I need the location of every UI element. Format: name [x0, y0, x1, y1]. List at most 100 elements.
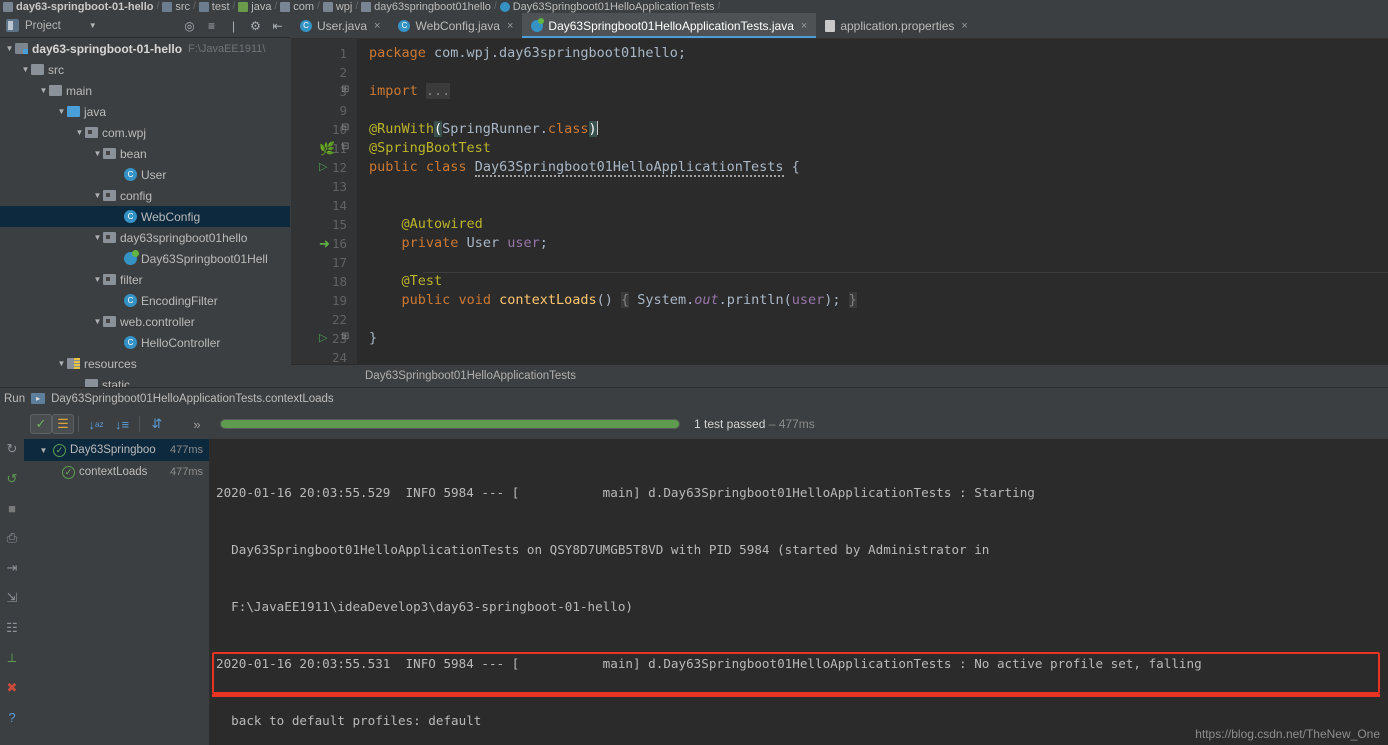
target-icon[interactable]: ◎: [183, 19, 196, 33]
close-icon[interactable]: ×: [801, 20, 807, 32]
run-method-gutter-icon[interactable]: ▷: [319, 331, 333, 345]
print-icon[interactable]: ⎙: [7, 530, 17, 546]
test-results-tree[interactable]: ▼ ✓ Day63Springboo 477ms ✓ contextLoads …: [24, 439, 210, 745]
tab-webconfig-java[interactable]: C WebConfig.java ×: [389, 13, 522, 38]
editor-gutter[interactable]: 1 2 3 9 10 11 12 13 14 15 16 17 18 19 22…: [291, 39, 357, 387]
more-options-button[interactable]: »: [184, 412, 210, 436]
console-line: 2020-01-16 20:03:55.531 INFO 5984 --- [ …: [216, 656, 1202, 671]
tree-row[interactable]: ▼ resources: [0, 353, 290, 374]
tree-row[interactable]: static: [0, 374, 290, 387]
test-tree-row-class[interactable]: ▼ ✓ Day63Springboo 477ms: [24, 439, 209, 461]
tree-row[interactable]: ▼ src: [0, 59, 290, 80]
twisty-icon[interactable]: ▼: [92, 149, 103, 158]
java-folder-icon: [67, 106, 80, 117]
breadcrumb: day63-springboot-01-hello / src / test /…: [0, 0, 1388, 13]
twisty-icon[interactable]: ▼: [56, 107, 67, 116]
tree-row[interactable]: ▼ web.controller: [0, 311, 290, 332]
breadcrumb-item-0[interactable]: day63-springboot-01-hello: [0, 1, 157, 13]
project-tree[interactable]: ▼ day63-springboot-01-hello F:\JavaEE191…: [0, 38, 290, 387]
console-icon[interactable]: ☷: [6, 620, 18, 636]
spring-bean-icon[interactable]: 🌿: [319, 141, 335, 156]
line-number: 22: [331, 312, 347, 327]
tree-row[interactable]: ▼ day63springboot01hello: [0, 227, 290, 248]
tree-row[interactable]: ▼ com.wpj: [0, 122, 290, 143]
breadcrumb-item-6[interactable]: day63springboot01hello: [358, 1, 494, 13]
package-icon: [103, 190, 116, 201]
autowired-bean-icon[interactable]: ➜: [319, 236, 333, 251]
breadcrumb-item-1[interactable]: src: [159, 1, 193, 13]
show-ignored-tests-button[interactable]: ☰: [52, 414, 74, 434]
close-icon[interactable]: ×: [507, 20, 513, 32]
expand-all-button[interactable]: ⇵: [144, 412, 170, 436]
fold-import-icon[interactable]: ⊞: [341, 84, 355, 98]
sort-by-duration-button[interactable]: ↓≡: [109, 412, 135, 436]
test-status-text: 1 test passed – 477ms: [694, 417, 815, 431]
breadcrumb-item-4[interactable]: com: [277, 1, 317, 13]
twisty-icon[interactable]: ▼: [92, 233, 103, 242]
breadcrumb-label: java: [251, 0, 272, 13]
tab-user-java[interactable]: C User.java ×: [291, 13, 389, 38]
help-icon[interactable]: ?: [8, 710, 15, 725]
chevron-down-icon[interactable]: ▼: [89, 21, 97, 30]
tab-application-properties[interactable]: application.properties ×: [816, 13, 977, 38]
tree-row[interactable]: C HelloController: [0, 332, 290, 353]
editor-text-area[interactable]: package com.wpj.day63springboot01hello; …: [357, 39, 1388, 387]
twisty-icon[interactable]: ▼: [38, 86, 49, 95]
stop-icon[interactable]: ■: [8, 501, 16, 516]
rerun-icon[interactable]: ↻: [7, 441, 18, 457]
twisty-icon[interactable]: ▼: [4, 44, 15, 53]
twisty-icon[interactable]: ▼: [38, 446, 49, 455]
close-icon[interactable]: ×: [374, 20, 380, 32]
filter-icon[interactable]: ⟂: [8, 650, 17, 666]
tree-row[interactable]: ▼ bean: [0, 143, 290, 164]
scroll-to-end-icon[interactable]: ⇥: [7, 560, 18, 576]
tree-row[interactable]: C User: [0, 164, 290, 185]
editor-status-breadcrumb[interactable]: Day63Springboot01HelloApplicationTests: [291, 364, 1388, 387]
hide-panel-icon[interactable]: ⇤: [271, 19, 284, 33]
breadcrumb-label: day63springboot01hello: [374, 0, 491, 13]
editor-tab-bar: C User.java × C WebConfig.java × Day63Sp…: [291, 13, 1388, 39]
rerun-failed-icon[interactable]: ↺: [7, 471, 18, 487]
tree-row[interactable]: Day63Springboot01Hell: [0, 248, 290, 269]
breadcrumb-item-3[interactable]: java: [235, 1, 274, 13]
tree-row[interactable]: ▼ config: [0, 185, 290, 206]
collapse-all-icon[interactable]: ≡: [205, 19, 218, 33]
twisty-icon[interactable]: ▼: [92, 275, 103, 284]
tab-day63springboot01helloapplicationtests-java[interactable]: Day63Springboot01HelloApplicationTests.j…: [522, 13, 817, 38]
run-configuration-label[interactable]: Day63Springboot01HelloApplicationTests.c…: [51, 393, 334, 405]
properties-file-icon: [825, 19, 836, 32]
twisty-icon[interactable]: ▼: [56, 359, 67, 368]
sort-alphabetically-button[interactable]: ↓ az: [83, 412, 109, 436]
tree-item-label: day63springboot01hello: [120, 230, 248, 245]
close-icon[interactable]: ✖: [7, 680, 18, 696]
breadcrumb-item-5[interactable]: wpj: [320, 1, 356, 13]
tree-row-webconfig[interactable]: C WebConfig: [0, 206, 290, 227]
breadcrumb-item-7[interactable]: Day63Springboot01HelloApplicationTests: [497, 1, 718, 13]
console-line: 2020-01-16 20:03:55.529 INFO 5984 --- [ …: [216, 485, 1035, 500]
tree-row[interactable]: ▼ filter: [0, 269, 290, 290]
test-tree-row-method[interactable]: ✓ contextLoads 477ms: [24, 461, 209, 483]
run-test-gutter-icon[interactable]: ▷: [319, 160, 333, 174]
twisty-icon[interactable]: ▼: [20, 65, 31, 74]
twisty-icon[interactable]: ▼: [92, 317, 103, 326]
line-number: 18: [331, 274, 347, 289]
fold-expand-icon[interactable]: ⊞: [341, 331, 355, 345]
tree-row[interactable]: ▼ java: [0, 101, 290, 122]
code-editor[interactable]: 1 2 3 9 10 11 12 13 14 15 16 17 18 19 22…: [291, 39, 1388, 387]
breadcrumb-item-2[interactable]: test: [196, 1, 233, 13]
fold-collapse-icon[interactable]: ⊟: [341, 122, 355, 136]
console-scrollbar[interactable]: [1382, 439, 1388, 745]
console-output[interactable]: 2020-01-16 20:03:55.529 INFO 5984 --- [ …: [210, 439, 1388, 745]
tree-row[interactable]: ▼ main: [0, 80, 290, 101]
run-tool-window-label[interactable]: Run: [4, 393, 25, 405]
show-passed-tests-button[interactable]: ✓: [30, 414, 52, 434]
fold-class-icon[interactable]: ⊟: [341, 141, 355, 155]
tree-row[interactable]: ▼ day63-springboot-01-hello F:\JavaEE191…: [0, 38, 290, 59]
close-icon[interactable]: ×: [961, 20, 967, 32]
twisty-icon[interactable]: ▼: [74, 128, 85, 137]
tree-row[interactable]: C EncodingFilter: [0, 290, 290, 311]
soft-wrap-icon[interactable]: ⇲: [7, 590, 18, 606]
gear-icon[interactable]: ⚙: [249, 19, 262, 33]
line-number: 14: [331, 198, 347, 213]
twisty-icon[interactable]: ▼: [92, 191, 103, 200]
